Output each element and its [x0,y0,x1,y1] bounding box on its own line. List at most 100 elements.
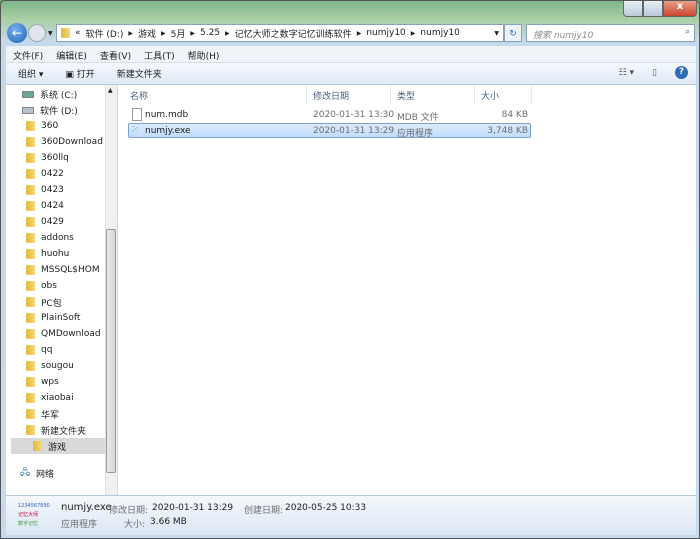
tree-folder[interactable]: MSSQL$HOM [26,262,110,278]
tree-folder-label: MSSQL$HOM [41,265,100,275]
folder-icon [26,313,35,323]
folder-icon [61,28,70,38]
tree-folder[interactable]: 0422 [26,166,110,182]
column-headers: 名称 修改日期 类型 大小 [118,85,696,105]
folder-icon [26,249,35,259]
file-row-selected[interactable]: ⁚⁖ numjy.exe 2020-01-31 13:29 应用程序 3,748… [128,123,531,139]
close-button[interactable]: x [663,1,697,17]
breadcrumb-item[interactable]: 软件 (D:) [86,27,124,40]
tree-folder[interactable]: 华军 [26,406,110,422]
forward-button[interactable] [28,24,46,42]
back-button[interactable]: ← [7,23,27,43]
scrollbar-thumb[interactable] [106,229,116,473]
breadcrumb-overflow[interactable]: « [75,28,81,38]
breadcrumb-item[interactable]: numjy10 [420,28,459,38]
tree-folder[interactable]: 360 [26,118,110,134]
breadcrumb-item[interactable]: 记忆大师之数字记忆训练软件 [235,27,352,40]
tree-folder[interactable]: 0424 [26,198,110,214]
menu-tools[interactable]: 工具(T) [144,49,175,62]
tree-folder[interactable]: huohu [26,246,110,262]
tree-network[interactable]: 🖧 网络 [20,465,104,481]
breadcrumb-item[interactable]: numjy10 [366,28,405,38]
tree-folder-label: huohu [41,249,70,259]
folder-icon [33,441,42,451]
folder-icon [26,377,35,387]
tree-folder-label: 游戏 [48,442,67,453]
tree-folder[interactable]: qq [26,342,110,358]
folder-icon [26,137,35,147]
modified-label: 修改日期: [109,506,149,516]
column-type[interactable]: 类型 [397,89,415,102]
organize-button[interactable]: 组织 ▾ [18,67,43,80]
tree-folder-label: 0423 [41,185,64,195]
details-type: 应用程序 [61,520,98,530]
menu-view[interactable]: 查看(V) [100,49,131,62]
tree-folder[interactable]: sougou [26,358,110,374]
drive-icon [22,90,34,98]
menu-bar: 文件(F) 编辑(E) 查看(V) 工具(T) 帮助(H) [6,46,696,63]
menu-help[interactable]: 帮助(H) [188,49,220,62]
tree-folder-label: sougou [41,361,74,371]
tree-folder[interactable]: 360llq [26,150,110,166]
tree-folder[interactable]: addons [26,230,110,246]
maximize-button[interactable] [643,1,663,17]
tree-folder[interactable]: 360Download [26,134,110,150]
tree-folder-label: QMDownload [41,329,101,339]
tree-folder-label: 360llq [41,153,69,163]
toolbar: 组织 ▾ ▣ 打开 新建文件夹 ☷ ▾ ▯ ? [6,63,696,85]
tree-folder[interactable]: 新建文件夹 [26,422,110,438]
tree-drive-c[interactable]: 系统 (C:) [22,86,106,102]
folder-icon [26,345,35,355]
breadcrumb-item[interactable]: 5.25 [200,28,220,38]
column-size[interactable]: 大小 [481,89,499,102]
tree-folder-label: xiaobai [41,393,74,403]
tree-folder-label: 0422 [41,169,64,179]
tree-folder[interactable]: 0429 [26,214,110,230]
drive-icon [22,106,34,114]
address-dropdown-icon[interactable]: ▼ [494,30,499,37]
folder-icon [26,265,35,275]
details-pane: 1234567890 记忆大师 数字记忆 numjy.exe 应用程序 修改日期: … [6,495,696,535]
tree-folder-label: PC包 [41,298,62,309]
minimize-button[interactable] [623,1,643,17]
address-bar[interactable]: « 软件 (D:) ▶ 游戏 ▶ 5月 ▶ 5.25 ▶ 记忆大师之数字记忆训练软件 ▶ … [56,24,504,42]
menu-edit[interactable]: 编辑(E) [56,49,87,62]
column-name[interactable]: 名称 [130,89,148,102]
tree-folder[interactable]: obs [26,278,110,294]
tree-folder[interactable]: 0423 [26,182,110,198]
view-options-icon[interactable]: ☷ ▾ [619,68,634,78]
search-input[interactable]: 搜索 numjy10 ⌕ [526,24,695,42]
scroll-up-icon[interactable]: ▲ [108,87,113,94]
tree-folder-label: 新建文件夹 [41,426,87,437]
open-button[interactable]: ▣ 打开 [65,67,94,80]
file-row[interactable]: num.mdb 2020-01-31 13:30 MDB 文件 84 KB [128,108,531,123]
folder-icon [26,201,35,211]
tree-folder[interactable]: PC包 [26,294,110,310]
tree-folder-label: 360Download [41,137,103,147]
history-dropdown-icon[interactable]: ▼ [48,30,53,37]
size-label: 大小: [124,520,146,530]
tree-folder[interactable]: xiaobai [26,390,110,406]
tree-folder[interactable]: 游戏 [11,438,110,454]
tree-folder[interactable]: PlainSoft [26,310,110,326]
open-icon: ▣ [65,70,77,80]
tree-folder[interactable]: QMDownload [26,326,110,342]
new-folder-button[interactable]: 新建文件夹 [117,67,162,80]
column-date[interactable]: 修改日期 [313,89,349,102]
tree-folder-label: addons [41,233,74,243]
refresh-button[interactable]: ↻ [504,24,522,42]
tree-folder-label: 360 [41,121,59,131]
breadcrumb-item[interactable]: 游戏 [138,27,156,40]
menu-file[interactable]: 文件(F) [13,49,43,62]
preview-pane-icon[interactable]: ▯ [652,68,657,78]
modified-value: 2020-01-31 13:29 [152,503,234,513]
folder-icon [26,121,35,131]
created-value: 2020-05-25 10:33 [285,503,367,513]
folder-icon [26,329,35,339]
network-icon: 🖧 [20,468,31,478]
help-icon[interactable]: ? [675,66,688,79]
tree-drive-d[interactable]: 软件 (D:) [22,102,106,118]
folder-icon [26,425,35,435]
breadcrumb-item[interactable]: 5月 [171,27,186,40]
tree-folder[interactable]: wps [26,374,110,390]
